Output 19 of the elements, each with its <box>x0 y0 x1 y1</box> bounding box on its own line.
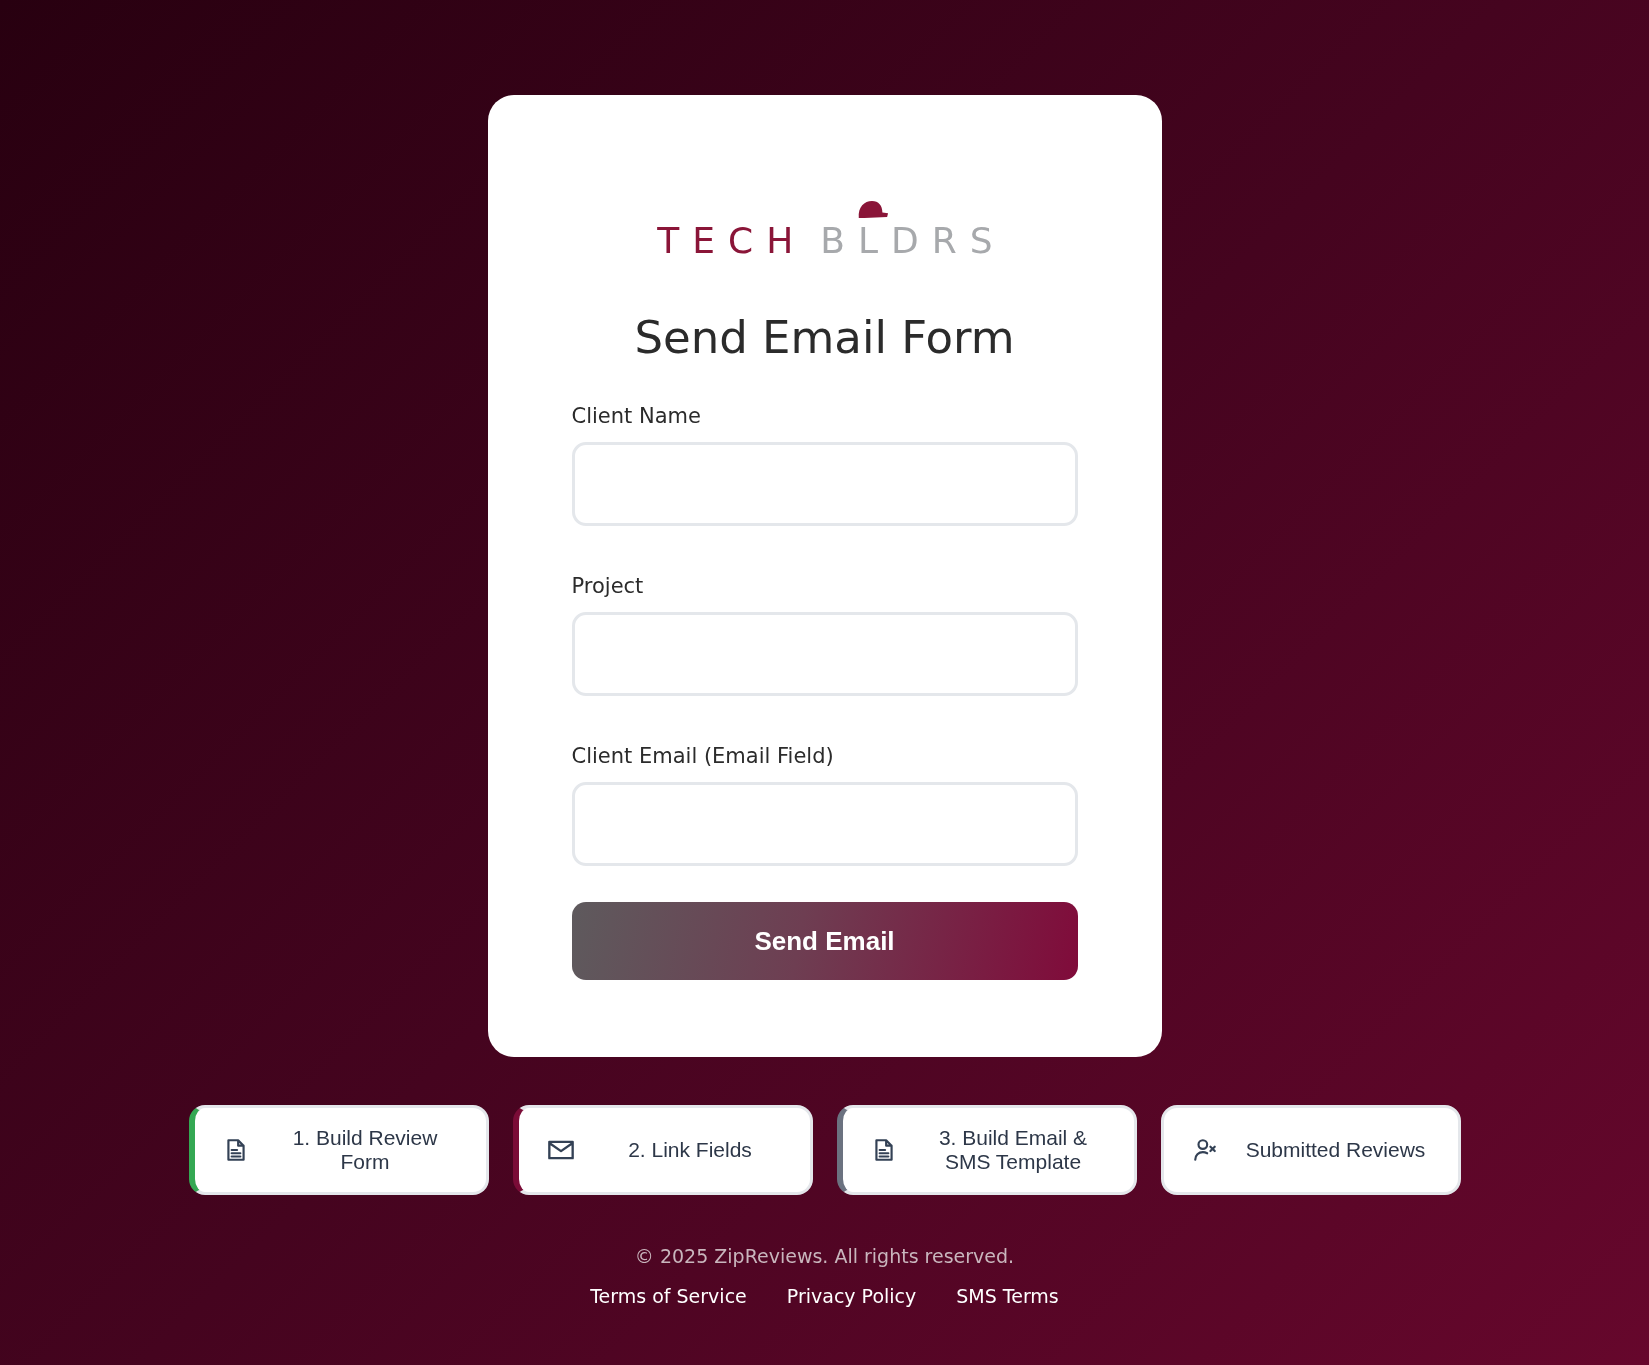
send-email-button[interactable]: Send Email <box>571 902 1078 980</box>
field-label: Project <box>571 574 645 598</box>
logo-text: TECH <box>657 223 807 259</box>
field-label: Client Email (Email Field) <box>571 744 835 768</box>
footer-link[interactable]: Privacy Policy <box>786 1285 917 1307</box>
input-field[interactable] <box>571 612 1078 696</box>
user-icon <box>1191 1137 1218 1163</box>
input-field[interactable] <box>571 782 1078 866</box>
form-title: Send Email Form <box>633 311 1016 364</box>
copyright-text: © 2025 ZipReviews. All rights reserved. <box>634 1245 1015 1267</box>
input-field[interactable] <box>571 442 1078 526</box>
nav-button[interactable]: Submitted Reviews <box>1160 1105 1461 1195</box>
nav-button[interactable]: 3. Build Email & SMS Template <box>836 1105 1137 1195</box>
footer-link[interactable]: Terms of Service <box>590 1285 747 1307</box>
nav-button[interactable]: 2. Link Fields <box>512 1105 813 1195</box>
field-label: Client Name <box>571 404 702 428</box>
nav-button[interactable]: 1. Build Review Form <box>188 1105 489 1195</box>
footer-link[interactable]: SMS Terms <box>956 1285 1059 1307</box>
logo-text: BLDRS <box>820 223 1006 259</box>
